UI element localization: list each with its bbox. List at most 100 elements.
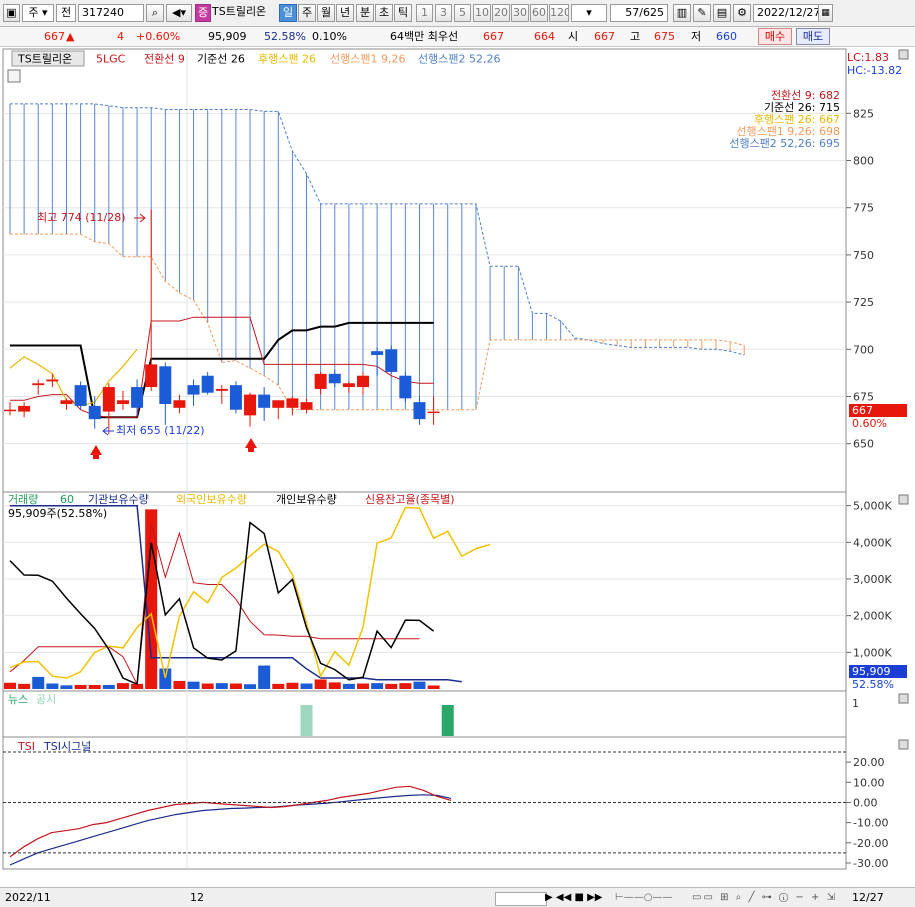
interval-1-button[interactable]: 1	[416, 4, 433, 22]
interval-120-button[interactable]: 120	[549, 4, 569, 22]
price-tick-label: 700	[853, 343, 874, 356]
x-label-month: 2022/11	[5, 891, 51, 904]
volume-bar	[32, 676, 45, 689]
candle-body	[102, 387, 115, 412]
count-field[interactable]: 57/625	[610, 4, 668, 22]
window-menu-icon[interactable]: ▣	[3, 4, 20, 22]
legend-lagging[interactable]: 후행스팬 26	[258, 53, 316, 66]
volume-bar	[145, 509, 158, 689]
period-month-button[interactable]: 월	[317, 4, 335, 22]
rewind-icon[interactable]: ◀◀	[556, 892, 571, 903]
expand-icon[interactable]: ⇲	[827, 892, 837, 903]
indicator-value-label: 선행스팬2 52,26: 695	[729, 137, 840, 150]
volume-info: 95,909주(52.58%)	[8, 507, 107, 520]
search-icon[interactable]: ⌕	[736, 892, 744, 903]
candle-body	[60, 400, 73, 405]
close-icon[interactable]	[898, 739, 909, 750]
search-icon[interactable]: ⌕	[146, 4, 164, 22]
legend-volume-period[interactable]: 60	[60, 493, 74, 506]
measure-icon[interactable]: ⊶	[762, 892, 774, 903]
market-select[interactable]: 주 ▾	[22, 4, 54, 22]
legend-institution[interactable]: 기관보유수량	[88, 493, 149, 506]
close-icon[interactable]	[898, 49, 909, 60]
close-icon[interactable]	[898, 693, 909, 704]
interval-30-button[interactable]: 30	[511, 4, 529, 22]
period-minute-button[interactable]: 분	[356, 4, 374, 22]
legend-lead1[interactable]: 선행스팬1 9,26	[330, 53, 405, 66]
draw-tool-icon[interactable]: ✎	[693, 4, 711, 22]
chart-tools[interactable]: ▭▭ ⊞ ⌕ ╱ ⊶ ⓘ − + ⇲	[692, 891, 892, 905]
current-price: 667	[44, 30, 65, 43]
volume-tag-text: 95,909	[852, 665, 891, 678]
calendar-icon[interactable]: ▦	[818, 4, 833, 22]
legend-stock[interactable]: TS트릴리온	[17, 53, 72, 66]
info-icon[interactable]: ⓘ	[779, 892, 790, 903]
interval-3-button[interactable]: 3	[435, 4, 452, 22]
stock-nav-icon[interactable]: ◀▾	[166, 4, 192, 22]
interval-5-button[interactable]: 5	[454, 4, 471, 22]
tsi-signal-label[interactable]: TSI시그널	[43, 740, 91, 753]
legend-credit[interactable]: 신용잔고율(종목별)	[365, 493, 455, 506]
legend-conversion[interactable]: 전환선 9	[144, 53, 185, 66]
stock-chart[interactable]: TS트릴리온 5LGC 전환선 9 기준선 26 후행스팬 26 선행스팬1 9…	[0, 47, 915, 887]
legend-lead2[interactable]: 선행스팬2 52,26	[418, 53, 500, 66]
price-tick-label: 750	[853, 249, 874, 262]
x-label-day: 12	[190, 891, 204, 904]
volume-bar	[328, 682, 341, 689]
minus-icon[interactable]: −	[795, 892, 805, 903]
legend-individual[interactable]: 개인보유수량	[276, 493, 337, 506]
interval-60-button[interactable]: 60	[530, 4, 548, 22]
legend-base[interactable]: 기준선 26	[197, 53, 245, 66]
layout-icon[interactable]: ▭▭	[692, 892, 715, 903]
notice-label[interactable]: 공시	[36, 693, 56, 706]
volume-bar	[88, 684, 101, 689]
news-label[interactable]: 뉴스	[8, 693, 28, 706]
scroll-track[interactable]	[495, 892, 547, 906]
candle-body	[116, 400, 129, 405]
period-year-button[interactable]: 년	[336, 4, 354, 22]
line-tool-icon[interactable]: ╱	[748, 892, 756, 903]
chart-type-icon[interactable]: ▥	[673, 4, 691, 22]
sell-button[interactable]: 매도	[796, 28, 830, 45]
volume-bar	[116, 683, 129, 689]
tsi-label[interactable]: TSI	[17, 740, 35, 753]
share-icon[interactable]: ⊞	[720, 892, 730, 903]
panel-menu-icon[interactable]	[7, 69, 21, 83]
stop-icon[interactable]: ■	[574, 892, 583, 903]
play-icon[interactable]: ▶	[545, 892, 553, 903]
period-day-button[interactable]: 일	[279, 4, 297, 22]
gear-icon[interactable]: ⚙	[733, 4, 751, 22]
candle-body	[159, 366, 172, 405]
candle-body	[88, 405, 101, 420]
period-week-button[interactable]: 주	[298, 4, 316, 22]
news-axis-label: 1	[852, 697, 859, 710]
zoom-slider-icon[interactable]: ⊢——○——	[615, 892, 672, 903]
save-icon[interactable]: ▤	[713, 4, 731, 22]
candle-body	[131, 387, 144, 408]
interval-10-button[interactable]: 10	[473, 4, 491, 22]
period-tick-button[interactable]: 틱	[394, 4, 412, 22]
volume-bar	[371, 683, 384, 689]
legend-lgc[interactable]: 5LGC	[96, 53, 126, 66]
count-total: /625	[639, 6, 664, 19]
period-type-select[interactable]: 전	[56, 4, 76, 22]
candle-body	[385, 349, 398, 372]
legend-foreign[interactable]: 외국인보유수량	[176, 493, 247, 506]
period-second-button[interactable]: 초	[375, 4, 393, 22]
interval-20-button[interactable]: 20	[492, 4, 510, 22]
legend-volume[interactable]: 거래량	[8, 493, 38, 506]
stock-code-input[interactable]: 317240	[78, 4, 144, 22]
interval-custom-select[interactable]: ▾	[571, 4, 607, 22]
low-price: 660	[716, 30, 737, 43]
forward-icon[interactable]: ▶▶	[587, 892, 602, 903]
zoom-controls[interactable]: ⊢——○——	[615, 891, 679, 905]
volume-tick-label: 4,000K	[853, 536, 892, 549]
playback-controls[interactable]: ▶ ◀◀ ■ ▶▶	[545, 891, 609, 905]
x-axis-bar: 2022/11 12 12/27 ▶ ◀◀ ■ ▶▶ ⊢——○—— ▭▭ ⊞ ⌕…	[0, 887, 915, 907]
plus-icon[interactable]: +	[811, 892, 821, 903]
buy-button[interactable]: 매수	[758, 28, 792, 45]
volume-tick-label: 1,000K	[853, 646, 892, 659]
candle-body	[300, 402, 313, 410]
tsi-tick-label: 10.00	[853, 776, 885, 789]
close-icon[interactable]	[898, 494, 909, 505]
